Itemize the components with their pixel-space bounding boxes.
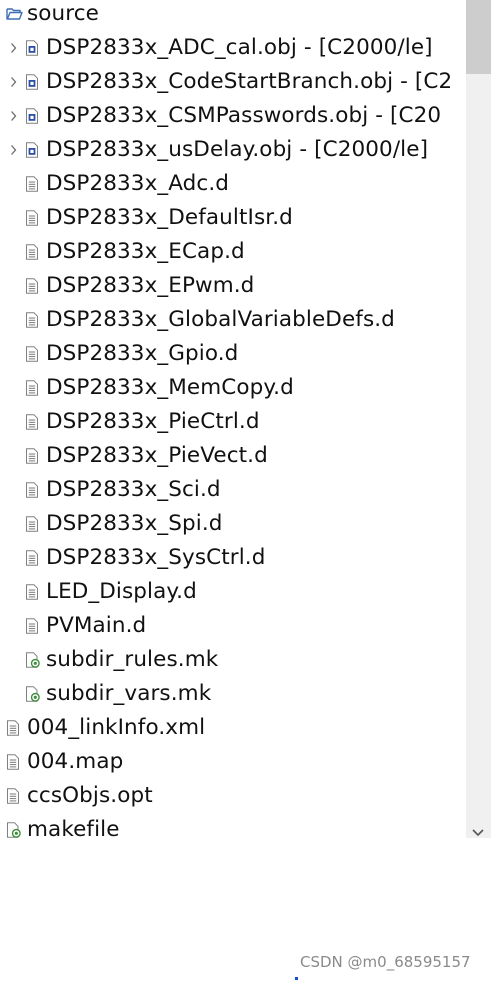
csdn-watermark: CSDN @m0_68595157 [300, 953, 471, 971]
text-file-icon [25, 312, 41, 328]
project-explorer-tree-view: source DSP2833x_ADC_cal.obj - [C2000/le]… [0, 0, 491, 838]
decorative-dot [295, 977, 298, 980]
text-file-icon [25, 278, 41, 294]
text-file-icon [25, 516, 41, 532]
tree-row-file[interactable]: DSP2833x_Spi.d [0, 507, 466, 541]
scrollbar-thumb[interactable] [466, 0, 491, 74]
text-file-icon [25, 550, 41, 566]
tree-row-label: DSP2833x_PieCtrl.d [46, 409, 260, 434]
tree-row-file[interactable]: PVMain.d [0, 609, 466, 643]
chevron-down-icon[interactable] [470, 824, 486, 837]
tree-row-label: DSP2833x_ECap.d [46, 239, 245, 264]
tree-row-label: DSP2833x_Sci.d [46, 477, 221, 502]
tree-row-file[interactable]: DSP2833x_PieVect.d [0, 439, 466, 473]
tree-row-file[interactable]: DSP2833x_Adc.d [0, 167, 466, 201]
tree-row-file[interactable]: DSP2833x_Gpio.d [0, 337, 466, 371]
text-file-icon [25, 176, 41, 192]
tree-row-label: DSP2833x_GlobalVariableDefs.d [46, 307, 395, 332]
tree-row-source-folder[interactable]: source [0, 0, 466, 31]
text-file-icon [25, 584, 41, 600]
tree-row-obj[interactable]: DSP2833x_ADC_cal.obj - [C2000/le] [0, 31, 466, 65]
tree-row-obj[interactable]: DSP2833x_usDelay.obj - [C2000/le] [0, 133, 466, 167]
tree-row-label: DSP2833x_Adc.d [46, 171, 230, 196]
tree-row-file[interactable]: LED_Display.d [0, 575, 466, 609]
text-file-icon [25, 482, 41, 498]
tree-row-label: ccsObjs.opt [27, 783, 153, 808]
file-tree: source DSP2833x_ADC_cal.obj - [C2000/le]… [0, 0, 466, 838]
object-file-icon [25, 108, 41, 124]
chevron-right-icon[interactable] [8, 31, 20, 65]
tree-row-label: DSP2833x_SysCtrl.d [46, 545, 266, 570]
tree-row-label: PVMain.d [46, 613, 147, 638]
tree-row-label: DSP2833x_EPwm.d [46, 273, 255, 298]
tree-row-obj[interactable]: DSP2833x_CodeStartBranch.obj - [C2 [0, 65, 466, 99]
tree-row-label: source [27, 1, 99, 26]
text-file-icon [6, 720, 22, 736]
text-file-icon [25, 346, 41, 362]
text-file-icon [25, 380, 41, 396]
tree-row-label: DSP2833x_MemCopy.d [46, 375, 294, 400]
tree-row-makefile[interactable]: subdir_vars.mk [0, 677, 466, 711]
tree-row-file[interactable]: ccsObjs.opt [0, 779, 466, 813]
tree-row-file[interactable]: DSP2833x_ECap.d [0, 235, 466, 269]
tree-row-label: DSP2833x_Gpio.d [46, 341, 239, 366]
tree-row-file[interactable]: DSP2833x_DefaultIsr.d [0, 201, 466, 235]
tree-row-file[interactable]: 004_linkInfo.xml [0, 711, 466, 745]
tree-row-label: subdir_rules.mk [46, 647, 219, 672]
tree-row-file[interactable]: DSP2833x_Sci.d [0, 473, 466, 507]
vertical-scrollbar[interactable] [466, 0, 491, 838]
object-file-icon [25, 74, 41, 90]
tree-row-label: 004.map [27, 749, 124, 774]
tree-row-file[interactable]: DSP2833x_PieCtrl.d [0, 405, 466, 439]
tree-row-label: subdir_vars.mk [46, 681, 212, 706]
tree-row-label: DSP2833x_Spi.d [46, 511, 223, 536]
tree-row-makefile[interactable]: subdir_rules.mk [0, 643, 466, 677]
tree-row-makefile[interactable]: makefile [0, 813, 466, 838]
tree-row-label: DSP2833x_CSMPasswords.obj - [C20 [46, 103, 442, 128]
tree-row-file[interactable]: DSP2833x_SysCtrl.d [0, 541, 466, 575]
makefile-icon [25, 686, 41, 702]
tree-row-label: DSP2833x_usDelay.obj - [C2000/le] [46, 137, 429, 162]
chevron-right-icon[interactable] [8, 65, 20, 99]
tree-row-label: DSP2833x_CodeStartBranch.obj - [C2 [46, 69, 453, 94]
text-file-icon [25, 414, 41, 430]
tree-row-obj[interactable]: DSP2833x_CSMPasswords.obj - [C20 [0, 99, 466, 133]
tree-row-file[interactable]: DSP2833x_MemCopy.d [0, 371, 466, 405]
makefile-icon [6, 822, 22, 838]
tree-row-label: 004_linkInfo.xml [27, 715, 206, 740]
text-file-icon [25, 448, 41, 464]
text-file-icon [25, 210, 41, 226]
text-file-icon [25, 244, 41, 260]
tree-row-label: DSP2833x_ADC_cal.obj - [C2000/le] [46, 35, 433, 60]
tree-row-file[interactable]: DSP2833x_GlobalVariableDefs.d [0, 303, 466, 337]
tree-row-label: DSP2833x_DefaultIsr.d [46, 205, 293, 230]
object-file-icon [25, 40, 41, 56]
text-file-icon [6, 788, 22, 804]
makefile-icon [25, 652, 41, 668]
tree-row-label: makefile [27, 817, 120, 838]
tree-row-label: DSP2833x_PieVect.d [46, 443, 268, 468]
text-file-icon [6, 754, 22, 770]
object-file-icon [25, 142, 41, 158]
tree-row-file[interactable]: DSP2833x_EPwm.d [0, 269, 466, 303]
text-file-icon [25, 618, 41, 634]
chevron-right-icon[interactable] [8, 99, 20, 133]
tree-row-file[interactable]: 004.map [0, 745, 466, 779]
tree-row-label: LED_Display.d [46, 579, 197, 604]
chevron-right-icon[interactable] [8, 133, 20, 167]
folder-open-icon [6, 6, 23, 22]
